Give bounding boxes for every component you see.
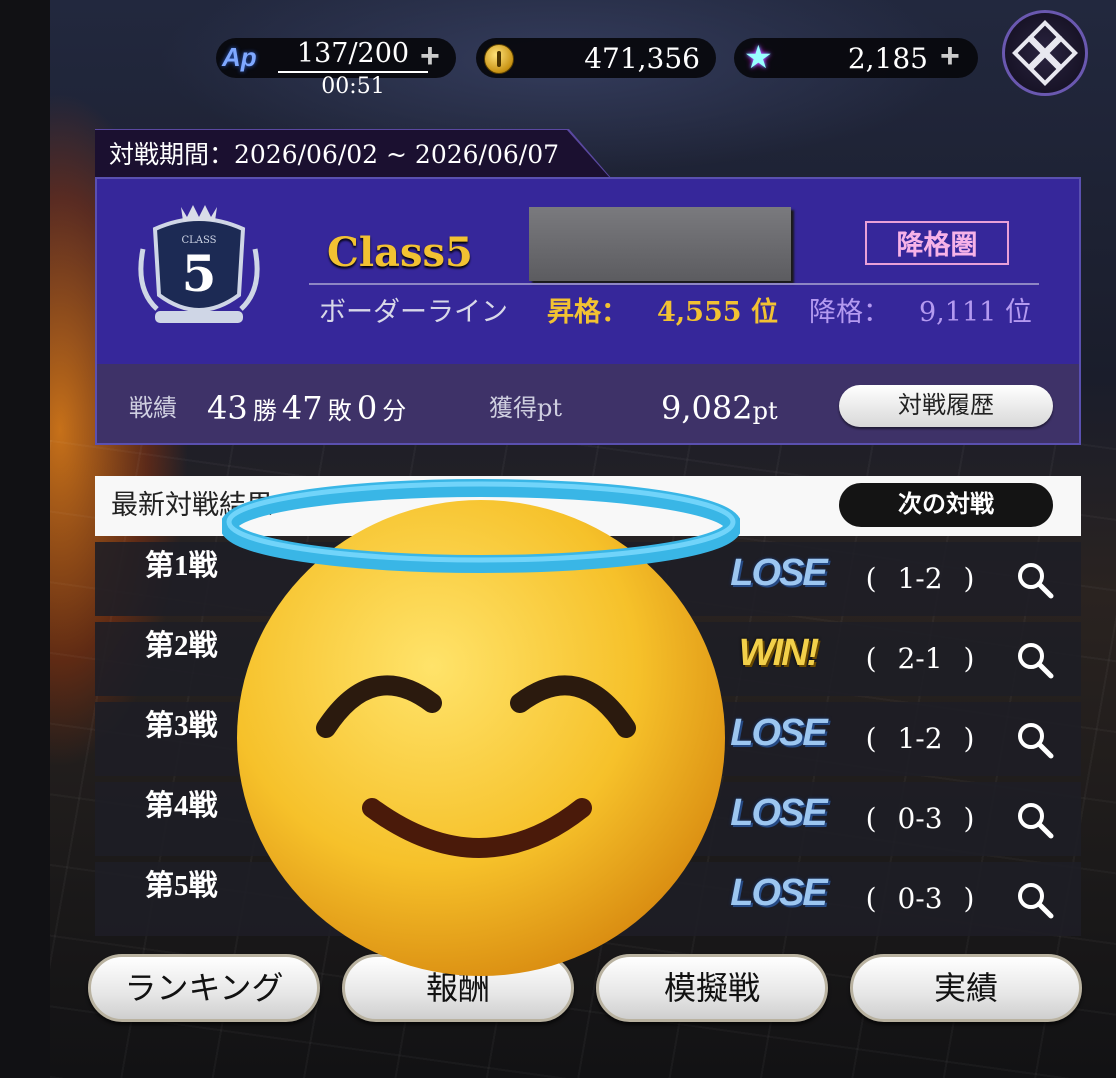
star-gem-icon: ★ bbox=[744, 38, 773, 76]
match-score: ( 0-3 ) bbox=[865, 882, 975, 915]
zoom-icon[interactable] bbox=[1015, 640, 1055, 680]
match-label: 第3戦 bbox=[145, 710, 218, 742]
demotion-label: 降格： bbox=[809, 297, 890, 328]
match-score: ( 1-2 ) bbox=[865, 562, 975, 595]
losses-unit: 敗 bbox=[327, 397, 352, 425]
lose-badge: LOSE bbox=[730, 552, 827, 594]
wins-count: 43 bbox=[207, 389, 248, 427]
menu-crest-icon bbox=[1012, 20, 1078, 86]
coin-value: 471,356 bbox=[584, 42, 700, 75]
record-values: 43 勝 47 敗 0 分 bbox=[207, 384, 406, 438]
achievements-button[interactable]: 実績 bbox=[850, 954, 1082, 1022]
zoom-icon[interactable] bbox=[1015, 560, 1055, 600]
zoom-icon[interactable] bbox=[1015, 720, 1055, 760]
points-unit: pt bbox=[752, 397, 778, 425]
match-label: 第2戦 bbox=[145, 630, 218, 662]
match-row: 第1戦 LOSE ( 1-2 ) bbox=[95, 542, 1081, 616]
ranking-button[interactable]: ランキング bbox=[88, 954, 320, 1022]
border-line-label: ボーダーライン bbox=[319, 297, 508, 328]
zoom-icon[interactable] bbox=[1015, 800, 1055, 840]
ap-current: 137/200 bbox=[296, 38, 410, 69]
draws-count: 0 bbox=[356, 389, 378, 427]
gem-value: 2,185 bbox=[847, 42, 928, 75]
ap-label: Ap bbox=[222, 42, 257, 72]
class-name: Class5 bbox=[327, 229, 473, 276]
points-label: 獲得pt bbox=[489, 394, 563, 422]
match-row: 第5戦 LOSE ( 0-3 ) bbox=[95, 862, 1081, 936]
points-number: 9,082 bbox=[661, 389, 753, 427]
emblem-number: 5 bbox=[182, 244, 217, 303]
gem-counter: ★ 2,185 + bbox=[734, 37, 978, 78]
match-label: 第1戦 bbox=[145, 550, 218, 582]
rewards-button[interactable]: 報酬 bbox=[342, 954, 574, 1022]
draws-unit: 分 bbox=[382, 397, 407, 425]
match-score: ( 2-1 ) bbox=[865, 642, 975, 675]
class-panel: CLASS 5 Class5 降格圏 ボーダーライン 昇格： 4,555 位 降… bbox=[95, 177, 1081, 445]
ap-divider bbox=[278, 71, 428, 73]
practice-button[interactable]: 模擬戦 bbox=[596, 954, 828, 1022]
match-history-button[interactable]: 対戦履歴 bbox=[839, 385, 1053, 427]
match-label: 第4戦 bbox=[145, 790, 218, 822]
coin-counter: 471,356 bbox=[476, 38, 716, 78]
promotion-label: 昇格： bbox=[547, 297, 628, 328]
match-row: 第3戦 LOSE ( 1-2 ) bbox=[95, 702, 1081, 776]
lose-badge: LOSE bbox=[730, 792, 827, 834]
match-row: 第2戦 WIN! ( 2-1 ) bbox=[95, 622, 1081, 696]
ap-counter: Ap 137/200 00:51 + bbox=[216, 37, 456, 99]
losses-count: 47 bbox=[281, 389, 323, 427]
results-title: 最新対戦結果 bbox=[111, 490, 273, 521]
lose-badge: LOSE bbox=[730, 872, 827, 914]
record-label: 戦績 bbox=[129, 394, 177, 422]
side-strip bbox=[0, 0, 50, 1078]
next-match-button[interactable]: 次の対戦 bbox=[839, 483, 1053, 527]
menu-crest-button[interactable] bbox=[1002, 10, 1088, 96]
ap-timer: 00:51 bbox=[321, 74, 385, 99]
panel-divider bbox=[309, 283, 1039, 285]
points-value: 9,082pt bbox=[661, 384, 778, 435]
match-label: 第5戦 bbox=[145, 870, 218, 902]
match-score: ( 0-3 ) bbox=[865, 802, 975, 835]
demotion-rank: 9,111 位 bbox=[919, 297, 1032, 328]
redacted-player-name bbox=[529, 207, 791, 281]
match-period: 対戦期間：2026/06/02 ~ 2026/06/07 bbox=[95, 130, 610, 178]
match-row: 第4戦 LOSE ( 0-3 ) bbox=[95, 782, 1081, 856]
win-badge: WIN! bbox=[738, 632, 820, 674]
lose-badge: LOSE bbox=[730, 712, 827, 754]
gem-plus-button[interactable]: + bbox=[940, 37, 960, 76]
promotion-rank: 4,555 位 bbox=[657, 297, 778, 328]
wins-unit: 勝 bbox=[252, 397, 277, 425]
coin-icon bbox=[484, 44, 514, 74]
zoom-icon[interactable] bbox=[1015, 880, 1055, 920]
relegation-zone-badge: 降格圏 bbox=[865, 221, 1009, 265]
class-emblem-icon: CLASS 5 bbox=[138, 205, 260, 323]
results-header: 最新対戦結果 次の対戦 bbox=[95, 476, 1081, 536]
ap-plus-button[interactable]: + bbox=[420, 37, 440, 76]
match-score: ( 1-2 ) bbox=[865, 722, 975, 755]
